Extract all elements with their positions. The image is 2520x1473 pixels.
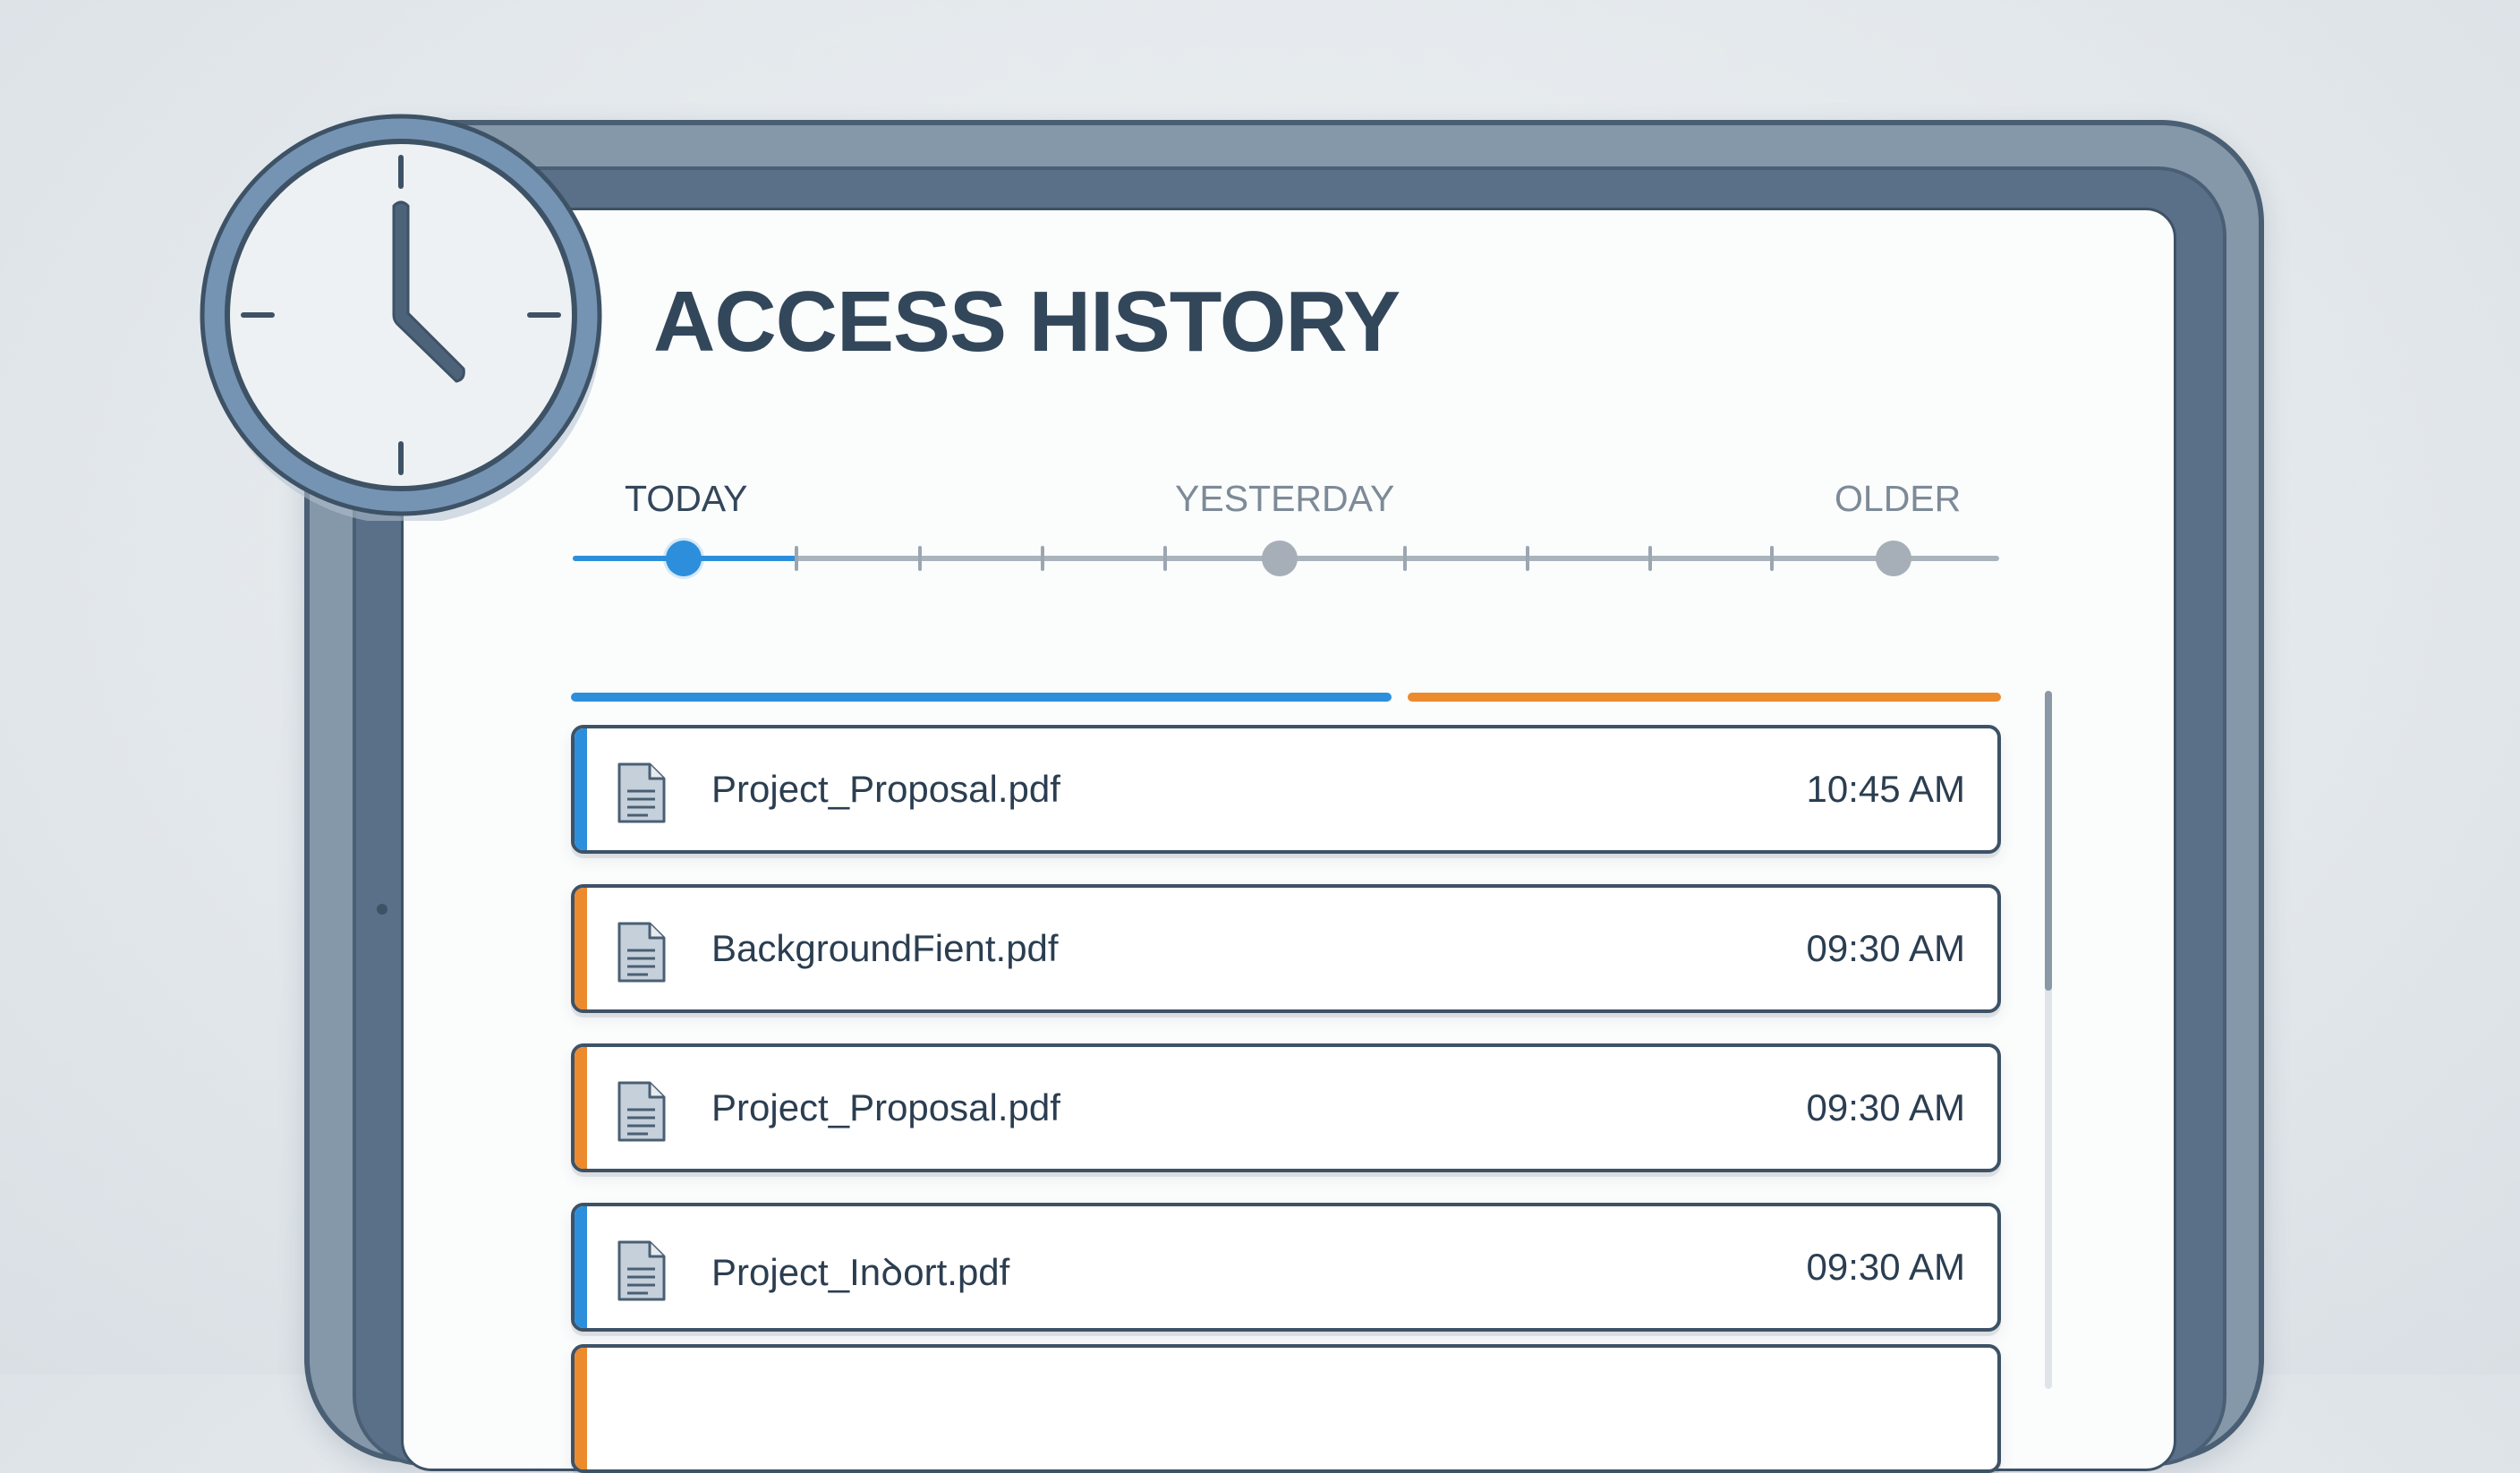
document-icon xyxy=(617,1081,666,1142)
file-list-item[interactable]: Project_Proposal.pdf 10:45 AM xyxy=(571,725,2001,854)
file-name: Project_Proposal.pdf xyxy=(711,1086,1060,1128)
timeline-tick xyxy=(1770,546,1774,571)
timeline-node-today[interactable] xyxy=(666,541,702,576)
file-name: Project_Inꝺort.pdf xyxy=(711,1251,1010,1293)
timeline-tick xyxy=(1041,546,1044,571)
timeline-tick xyxy=(918,546,922,571)
document-icon xyxy=(617,922,666,983)
page-title: ACCESS HISTORY xyxy=(653,274,1400,370)
timeline-label-yesterday[interactable]: YESTERDAY xyxy=(1175,478,1394,520)
row-accent-bar xyxy=(575,888,587,1009)
timeline-node-older[interactable] xyxy=(1876,541,1911,576)
row-accent-bar xyxy=(575,1206,587,1328)
file-list-item[interactable]: Project_Inꝺort.pdf 09:30 AM xyxy=(571,1203,2001,1332)
file-time: 09:30 AM xyxy=(1806,927,1965,969)
group-indicator-blue xyxy=(571,693,1392,702)
group-indicator-orange xyxy=(1408,693,2001,702)
clock-icon xyxy=(200,114,602,521)
timeline-slider[interactable] xyxy=(573,537,1999,580)
file-time: 10:45 AM xyxy=(1806,768,1965,810)
timeline-node-yesterday[interactable] xyxy=(1262,541,1298,576)
file-time: 09:30 AM xyxy=(1806,1086,1965,1128)
timeline-tick xyxy=(1403,546,1407,571)
timeline-tick xyxy=(1526,546,1529,571)
file-name: Project_Proposal.pdf xyxy=(711,768,1060,810)
scrollbar-thumb[interactable] xyxy=(2045,691,2052,991)
timeline-tick xyxy=(795,546,798,571)
file-name: BackgroundFient.pdf xyxy=(711,927,1059,969)
tablet-side-button xyxy=(377,904,387,915)
file-time: 09:30 AM xyxy=(1806,1246,1965,1288)
timeline-tick xyxy=(1163,546,1167,571)
timeline-label-today[interactable]: TODAY xyxy=(625,478,747,520)
document-icon xyxy=(617,762,666,823)
scrollbar[interactable] xyxy=(2045,691,2052,1389)
file-list-item[interactable]: BackgroundFient.pdf 09:30 AM xyxy=(571,884,2001,1013)
timeline-tick xyxy=(1648,546,1652,571)
row-accent-bar xyxy=(575,728,587,850)
row-accent-bar xyxy=(575,1348,587,1469)
file-list-item[interactable] xyxy=(571,1344,2001,1473)
row-accent-bar xyxy=(575,1047,587,1169)
document-icon xyxy=(617,1240,666,1301)
file-list-item[interactable]: Project_Proposal.pdf 09:30 AM xyxy=(571,1043,2001,1172)
timeline-label-older[interactable]: OLDER xyxy=(1835,478,1961,520)
